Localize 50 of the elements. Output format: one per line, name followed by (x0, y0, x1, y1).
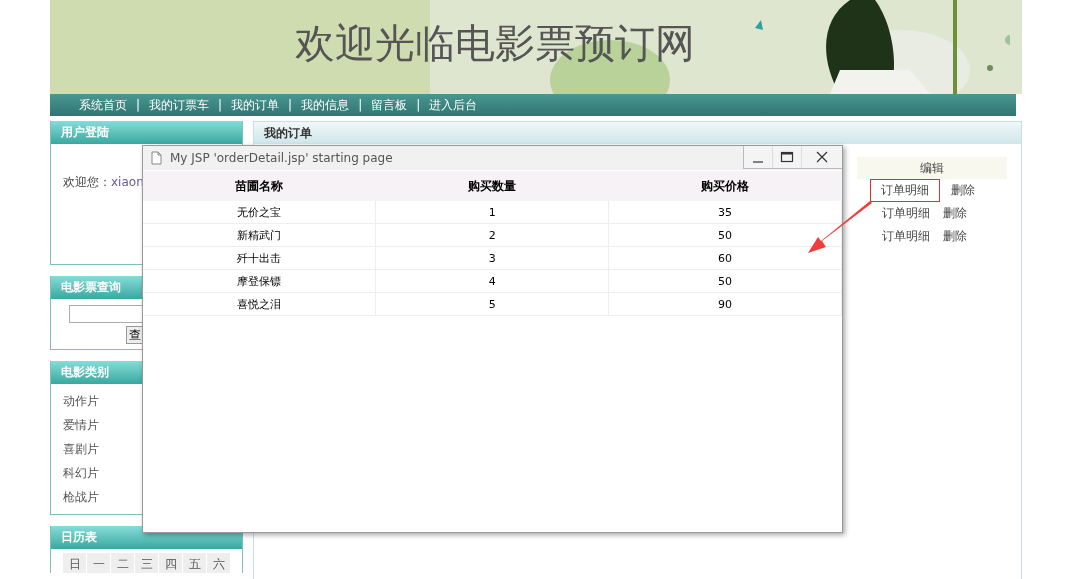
delete-link[interactable]: 删除 (941, 226, 969, 247)
nav-link[interactable]: 我的信息 (301, 96, 350, 114)
window-title: My JSP 'orderDetail.jsp' starting page (170, 151, 394, 165)
weekday-cell: 日 (63, 553, 86, 573)
column-header: 编辑 (857, 157, 1007, 179)
table-cell: 50 (608, 269, 842, 293)
delete-link[interactable]: 删除 (949, 180, 977, 201)
table-cell: 90 (608, 292, 842, 316)
delete-link[interactable]: 删除 (941, 203, 969, 224)
order-detail-link[interactable]: 订单明细 (870, 179, 940, 202)
order-detail-link[interactable]: 订单明细 (880, 226, 932, 247)
table-cell: 4 (375, 269, 609, 293)
table-cell: 5 (375, 292, 609, 316)
column-header: 购买价格 (608, 171, 842, 201)
nav-separator: | (358, 98, 363, 112)
greeting-label: 欢迎您： (63, 175, 111, 189)
nav-link[interactable]: 我的订单 (231, 96, 280, 114)
panel-header: 我的订单 (254, 122, 1021, 144)
table-cell: 35 (608, 201, 842, 224)
table-cell: 歼十出击 (143, 246, 376, 270)
table-cell: 2 (375, 223, 609, 247)
nav-separator: | (288, 98, 293, 112)
close-icon (815, 151, 829, 163)
table-cell: 1 (375, 201, 609, 224)
table-cell: 3 (375, 246, 609, 270)
nav-link[interactable]: 我的订票车 (149, 96, 210, 114)
nav-separator: | (136, 98, 141, 112)
weekday-cell: 四 (159, 553, 182, 573)
table-cell: 摩登保镖 (143, 269, 376, 293)
panel-header: 用户登陆 (51, 121, 242, 144)
weekday-cell: 三 (135, 553, 158, 573)
weekday-cell: 二 (111, 553, 134, 573)
order-detail-link[interactable]: 订单明细 (880, 203, 932, 224)
table-cell: 喜悦之泪 (143, 292, 376, 316)
nav-link[interactable]: 进入后台 (429, 96, 478, 114)
nav-link[interactable]: 留言板 (371, 96, 408, 114)
document-icon (151, 151, 162, 165)
weekday-cell: 六 (207, 553, 230, 573)
weekday-cell: 五 (183, 553, 206, 573)
table-cell: 无价之宝 (143, 201, 376, 224)
site-title: 欢迎光临电影票预订网 (295, 19, 695, 68)
table-cell: 新精武门 (143, 223, 376, 247)
weekday-cell: 一 (87, 553, 110, 573)
nav-separator: | (416, 98, 421, 112)
nav-link[interactable]: 系统首页 (79, 96, 127, 114)
maximize-icon (780, 151, 794, 163)
column-header: 苗圃名称 (143, 171, 376, 201)
minimize-icon (753, 161, 763, 163)
column-header: 购买数量 (375, 171, 609, 201)
nav-separator: | (218, 98, 223, 112)
